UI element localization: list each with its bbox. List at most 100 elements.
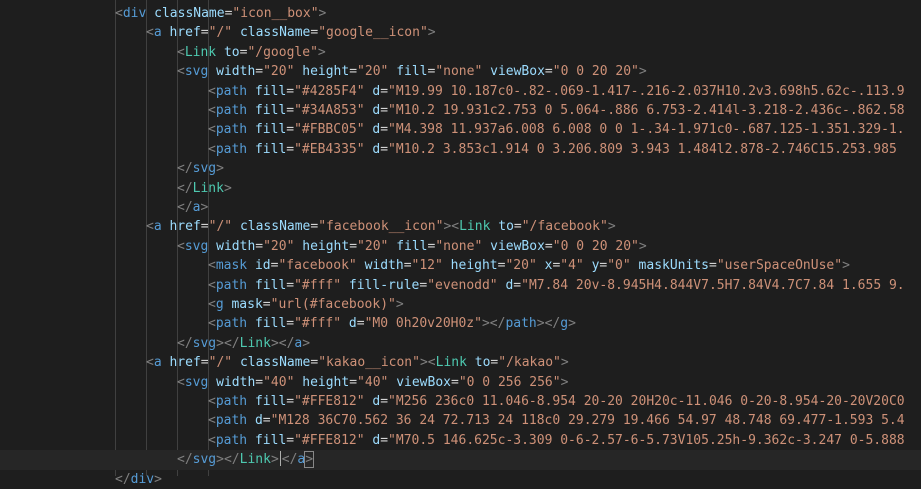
code-token: "facebook__icon" (318, 219, 444, 235)
code-text: <svg width="40" height="40" viewBox="0 0… (177, 373, 568, 392)
code-token: > (304, 451, 315, 469)
code-text: <svg width="20" height="20" fill="none" … (177, 62, 647, 81)
code-token: < (427, 355, 436, 371)
code-line[interactable]: </svg></Link></a> (0, 450, 921, 470)
code-line[interactable]: <path fill="#FFE812" d="M70.5 146.625c-3… (0, 431, 921, 450)
code-text: <path fill="#EB4335" d="M10.2 3.853c1.91… (208, 140, 897, 159)
code-token: "url(#facebook)" (270, 297, 396, 312)
code-token: "4" (560, 258, 584, 274)
code-token: </ (177, 452, 193, 468)
code-line[interactable]: <Link to="/google"> (0, 43, 921, 62)
code-line[interactable]: <a href="/" className="google__icon"> (0, 23, 921, 42)
code-line[interactable]: <path d="M128 36C70.562 36 24 72.713 24 … (0, 411, 921, 430)
code-token: < (208, 432, 216, 448)
code-token: = (349, 238, 358, 254)
code-token: Link (239, 452, 271, 468)
code-token: = (286, 432, 295, 448)
code-token: g (560, 316, 569, 332)
code-token: > (638, 238, 647, 254)
code-token: = (356, 316, 365, 332)
code-token: > (395, 297, 404, 312)
code-token: = (286, 141, 295, 157)
code-editor[interactable]: <div className="icon__box"> <a href="/" c… (0, 0, 921, 487)
code-token: < (177, 64, 185, 80)
code-token: = (380, 122, 389, 138)
code-line[interactable]: <path fill="#fff" fill-rule="evenodd" d=… (0, 276, 921, 295)
code-line[interactable]: <a href="/" className="facebook__icon"><… (0, 217, 921, 236)
code-token: < (208, 122, 216, 138)
code-token: "M19.99 10.187c0-.82-.069-1.417-.216-2.0… (388, 83, 905, 99)
code-text: </svg></Link></a> (177, 450, 315, 469)
code-token: "#FFE812" (294, 432, 365, 448)
code-token: path (215, 83, 248, 99)
code-line[interactable]: </svg> (0, 159, 921, 178)
code-line[interactable]: <svg width="40" height="40" viewBox="0 0… (0, 373, 921, 392)
code-token: = (286, 394, 295, 409)
code-line[interactable]: <path fill="#FBBC05" d="M4.398 11.937a6.… (0, 120, 921, 139)
code-token: < (146, 219, 154, 235)
code-token: "icon__box" (232, 6, 319, 21)
code-line[interactable]: <path fill="#4285F4" d="M19.99 10.187c0-… (0, 82, 921, 101)
code-token: width (216, 374, 256, 390)
code-token: = (544, 238, 553, 254)
code-token: = (380, 432, 389, 448)
code-token: < (208, 394, 216, 409)
code-token: "40" (263, 374, 295, 390)
code-line[interactable]: <mask id="facebook" width="12" height="2… (0, 256, 921, 275)
code-token: </ (223, 335, 240, 351)
code-line[interactable]: <path fill="#fff" d="M0 0h20v20H0z"></pa… (0, 314, 921, 333)
code-line[interactable]: <path fill="#EB4335" d="M10.2 3.853c1.91… (0, 140, 921, 159)
code-text: <path fill="#FFE812" d="M70.5 146.625c-3… (208, 431, 905, 450)
code-token: = (419, 277, 428, 293)
code-token: a (153, 355, 162, 371)
code-text: </a> (177, 198, 208, 217)
code-token: path (215, 394, 248, 409)
code-token: = (380, 394, 389, 409)
code-token: </ (489, 316, 506, 332)
code-token: > (536, 316, 545, 332)
code-text: </svg></Link></a> (177, 334, 310, 353)
code-token: to (474, 355, 491, 371)
code-line[interactable]: <path fill="#34A853" d="M10.2 19.931c2.7… (0, 101, 921, 120)
code-token: "M4.398 11.937a6.008 6.008 0 0 1-.34-1.9… (388, 122, 905, 138)
code-line[interactable]: </svg></Link></a> (0, 334, 921, 353)
code-token: = (286, 103, 295, 118)
code-token: > (216, 161, 224, 177)
code-token: < (208, 141, 216, 157)
code-line[interactable]: <div className="icon__box"> (0, 4, 921, 23)
code-token: < (146, 355, 154, 371)
code-token: maskUnits (638, 258, 709, 274)
code-text: </Link> (177, 179, 232, 198)
code-line[interactable]: <svg width="20" height="20" fill="none" … (0, 237, 921, 256)
code-token: = (286, 277, 295, 293)
code-token: = (262, 297, 271, 312)
code-token: > (607, 219, 616, 235)
code-line[interactable]: <path fill="#FFE812" d="M256 236c0 11.04… (0, 392, 921, 411)
code-text: <path fill="#FBBC05" d="M4.398 11.937a6.… (208, 120, 905, 139)
code-token: = (380, 83, 389, 99)
code-line[interactable]: <g mask="url(#facebook)"> (0, 295, 921, 314)
code-token: fill (254, 83, 287, 99)
code-token: < (208, 83, 216, 99)
code-token: </ (177, 200, 193, 215)
code-token: path (215, 277, 248, 293)
code-line[interactable]: </Link> (0, 179, 921, 198)
code-token: "12" (411, 258, 443, 274)
code-line[interactable]: </a> (0, 198, 921, 217)
code-token: id (254, 258, 271, 274)
code-line[interactable]: <a href="/" className="kakao__icon"><Lin… (0, 353, 921, 372)
code-token: > (638, 64, 647, 80)
code-line[interactable]: </div> (0, 470, 921, 489)
code-token: width (364, 258, 404, 274)
code-line[interactable]: <svg width="20" height="20" fill="none" … (0, 62, 921, 81)
code-token: = (513, 219, 522, 235)
code-token: fill (254, 103, 287, 118)
